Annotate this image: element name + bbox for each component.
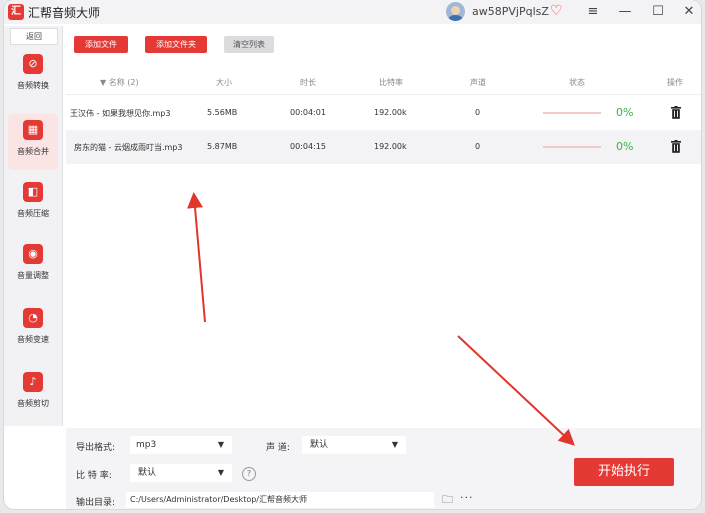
sidebar-item-label: 音量调整 <box>17 271 49 280</box>
username[interactable]: aw58PVjPqlsZ <box>472 5 549 18</box>
output-path-field[interactable]: C:/Users/Administrator/Desktop/汇帮音频大师 <box>126 492 434 508</box>
file-duration: 00:04:01 <box>290 108 326 117</box>
menu-button[interactable]: ≡ <box>580 2 606 22</box>
file-name: 王汉伟 - 如果我想见你.mp3 <box>70 109 171 118</box>
sidebar-item-label: 音频变速 <box>17 335 49 344</box>
sidebar-item-audio-merge[interactable]: ▦ 音频合并 <box>8 114 58 170</box>
output-path-value: C:/Users/Administrator/Desktop/汇帮音频大师 <box>130 495 307 504</box>
column-header-bitrate: 比特率 <box>379 78 403 87</box>
format-select[interactable]: mp3 ▼ <box>130 436 232 454</box>
progress-bar <box>543 146 601 148</box>
audio-merge-icon: ▦ <box>23 120 43 140</box>
table-header: ▼ 名称 (2) 大小 时长 比特率 声道 状态 操作 <box>66 68 701 95</box>
audio-speed-icon: ◔ <box>23 308 43 328</box>
chevron-down-icon: ▼ <box>217 468 224 477</box>
channel-value: 默认 <box>310 440 329 450</box>
maximize-button[interactable]: ☐ <box>645 2 671 22</box>
progress-percent: 0% <box>616 140 634 153</box>
output-dir-label: 输出目录: <box>76 498 116 508</box>
column-header-channel: 声道 <box>470 78 486 87</box>
bitrate-label: 比 特 率: <box>76 471 112 481</box>
sidebar-item-label: 音频剪切 <box>17 399 49 408</box>
progress-bar <box>543 112 601 114</box>
user-avatar[interactable] <box>446 2 465 21</box>
table-row[interactable]: 王汉伟 - 如果我想见你.mp3 5.56MB 00:04:01 192.00k… <box>66 96 701 130</box>
column-header-size: 大小 <box>216 78 232 87</box>
file-size: 5.56MB <box>207 108 238 117</box>
help-icon[interactable]: ? <box>242 467 256 481</box>
file-bitrate: 192.00k <box>374 142 407 151</box>
chevron-down-icon: ▼ <box>217 440 224 449</box>
app-window: 汇 汇帮音频大师 aw58PVjPqlsZ ♡ ≡ — ☐ ✕ 返回 ⊘ 音频转… <box>4 0 701 509</box>
chevron-down-icon: ▼ <box>391 440 398 449</box>
app-title: 汇帮音频大师 <box>28 6 101 20</box>
channel-select[interactable]: 默认 ▼ <box>302 436 406 454</box>
output-settings-panel: 导出格式: mp3 ▼ 声 道: 默认 ▼ 比 特 率: 默认 ▼ ? 输出目录… <box>66 428 701 509</box>
sort-down-icon: ▼ <box>100 78 109 87</box>
column-header-name[interactable]: ▼ 名称 (2) <box>100 77 139 88</box>
sidebar-item-audio-compress[interactable]: ◧ 音频压缩 <box>8 176 58 232</box>
add-file-button[interactable]: 添加文件 <box>74 36 128 53</box>
app-logo-icon: 汇 <box>8 4 24 20</box>
channel-label: 声 道: <box>266 443 290 453</box>
format-label: 导出格式: <box>76 443 116 453</box>
audio-convert-icon: ⊘ <box>23 54 43 74</box>
file-size: 5.87MB <box>207 142 238 151</box>
sidebar-item-volume-adjust[interactable]: ◉ 音量调整 <box>8 238 58 294</box>
sidebar-item-label: 音频合并 <box>17 147 49 156</box>
file-name: 房东的猫 - 云烟成雨叮当.mp3 <box>74 143 183 152</box>
volume-adjust-icon: ◉ <box>23 244 43 264</box>
file-bitrate: 192.00k <box>374 108 407 117</box>
audio-cut-icon: ♪ <box>23 372 43 392</box>
sidebar-item-audio-convert[interactable]: ⊘ 音频转换 <box>8 48 58 104</box>
minimize-button[interactable]: — <box>612 2 638 22</box>
column-header-action: 操作 <box>667 78 683 87</box>
file-table: ▼ 名称 (2) 大小 时长 比特率 声道 状态 操作 王汉伟 - 如果我想见你… <box>66 62 701 422</box>
clear-list-button[interactable]: 清空列表 <box>224 36 274 53</box>
sidebar-item-audio-speed[interactable]: ◔ 音频变速 <box>8 302 58 358</box>
sidebar-item-audio-cut[interactable]: ♪ 音频剪切 <box>8 366 58 422</box>
file-duration: 00:04:15 <box>290 142 326 151</box>
trash-icon[interactable] <box>671 106 681 119</box>
heart-icon[interactable]: ♡ <box>550 3 563 19</box>
sidebar-item-label: 音频转换 <box>17 81 49 90</box>
trash-icon[interactable] <box>671 140 681 153</box>
column-header-status: 状态 <box>569 78 585 87</box>
start-button[interactable]: 开始执行 <box>574 458 674 486</box>
file-channel: 0 <box>475 108 481 117</box>
format-value: mp3 <box>136 440 157 450</box>
progress-percent: 0% <box>616 106 634 119</box>
sidebar-item-label: 音频压缩 <box>17 209 49 218</box>
column-header-duration: 时长 <box>300 78 316 87</box>
close-button[interactable]: ✕ <box>676 2 701 22</box>
folder-icon[interactable]: 🗀 <box>442 491 453 509</box>
sidebar: 返回 ⊘ 音频转换 ▦ 音频合并 ◧ 音频压缩 ◉ 音量调整 ◔ 音频变速 ♪ … <box>4 26 63 426</box>
file-channel: 0 <box>475 142 481 151</box>
add-folder-button[interactable]: 添加文件夹 <box>145 36 207 53</box>
table-row[interactable]: 房东的猫 - 云烟成雨叮当.mp3 5.87MB 00:04:15 192.00… <box>66 130 701 164</box>
title-bar: 汇 汇帮音频大师 aw58PVjPqlsZ ♡ ≡ — ☐ ✕ <box>4 0 701 24</box>
bitrate-select[interactable]: 默认 ▼ <box>130 464 232 482</box>
bitrate-value: 默认 <box>138 468 157 478</box>
more-icon[interactable]: ··· <box>460 491 474 504</box>
audio-compress-icon: ◧ <box>23 182 43 202</box>
back-button[interactable]: 返回 <box>10 28 58 45</box>
